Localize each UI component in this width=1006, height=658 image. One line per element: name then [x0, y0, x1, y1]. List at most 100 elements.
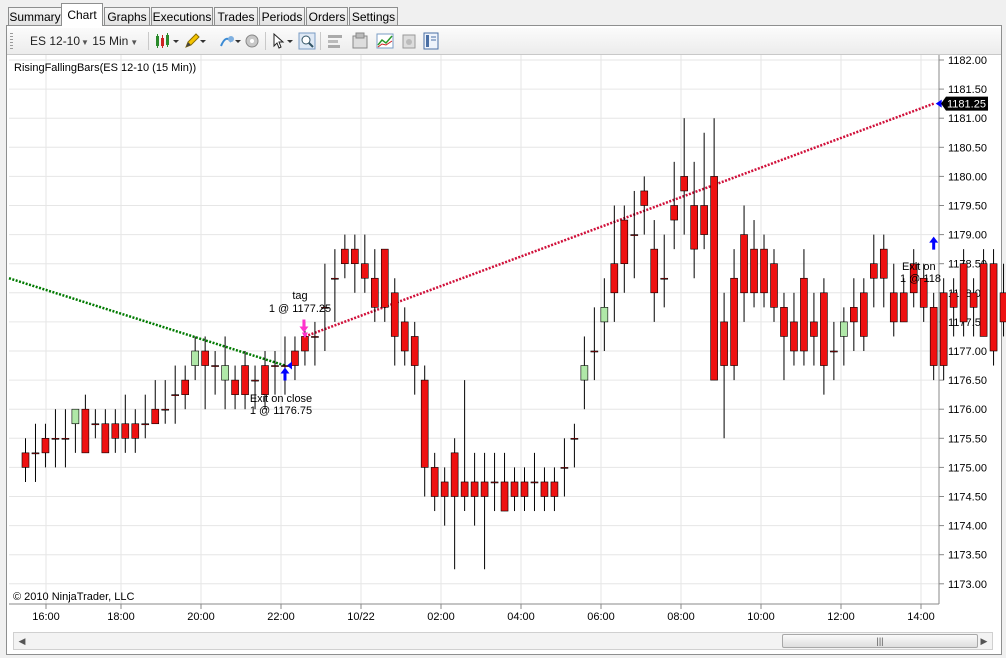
- price-tick-label: 1174.50: [948, 492, 987, 504]
- falling-bar: [620, 219, 629, 265]
- falling-bar: [480, 481, 489, 497]
- falling-bar: [540, 481, 549, 497]
- exit-label: Exit on: [902, 261, 936, 273]
- price-tick-label: 1182.00: [948, 55, 987, 67]
- falling-bar: [770, 263, 778, 308]
- falling-bar: [939, 292, 948, 366]
- scroll-grip-icon: |||: [876, 636, 884, 646]
- scroll-right-arrow-icon[interactable]: ▶: [976, 633, 992, 649]
- falling-bar: [740, 234, 748, 294]
- scroll-left-arrow-icon[interactable]: ◀: [14, 633, 30, 649]
- falling-bar: [380, 248, 389, 308]
- price-tick-label: 1179.50: [948, 201, 987, 213]
- falling-bar: [550, 481, 559, 497]
- entry-label: tag: [292, 290, 307, 302]
- falling-bar: [311, 336, 319, 338]
- price-tick-label: 1176.50: [948, 375, 987, 387]
- price-chart[interactable]: 1182.00 1181.50 1181.00 1180.50 1180.00 1179.…: [0, 0, 1006, 658]
- falling-bar: [251, 379, 259, 382]
- time-tick-label: 20:00: [187, 611, 215, 623]
- falling-bar: [670, 205, 679, 221]
- falling-bar: [680, 176, 688, 192]
- rising-bar: [600, 307, 609, 323]
- tab-chart[interactable]: Chart: [61, 3, 103, 26]
- falling-bar: [820, 292, 828, 366]
- falling-bar: [750, 248, 758, 294]
- falling-bar: [510, 481, 519, 497]
- falling-bar: [261, 365, 269, 395]
- time-tick-label: 18:00: [107, 611, 135, 623]
- falling-bar: [450, 452, 459, 497]
- falling-bar: [141, 423, 150, 426]
- falling-bar: [700, 205, 708, 235]
- falling-bar: [879, 248, 888, 279]
- last-price-marker: 1181.25: [941, 96, 988, 111]
- falling-bar: [151, 408, 160, 425]
- time-tick-label: 14:00: [907, 611, 935, 623]
- falling-bar: [111, 423, 120, 439]
- falling-bar: [969, 292, 978, 308]
- falling-bar: [161, 408, 170, 411]
- falling-bar: [949, 292, 958, 308]
- falling-bar: [370, 277, 379, 308]
- rising-bar: [191, 350, 199, 366]
- falling-bar: [241, 365, 249, 395]
- falling-bar: [21, 452, 30, 468]
- falling-bar: [171, 394, 179, 396]
- falling-bar: [41, 437, 50, 454]
- chart-scrollbar[interactable]: ◀ ||| ▶: [13, 632, 993, 650]
- exit-price-label: 1 @ 118: [900, 273, 941, 285]
- falling-bar: [51, 437, 60, 440]
- falling-bar: [500, 481, 509, 512]
- price-tick-label: 1175.00: [948, 462, 987, 474]
- falling-bar: [460, 481, 469, 497]
- falling-bar: [131, 423, 140, 439]
- price-tick-label: 1176.00: [948, 404, 987, 416]
- falling-bar: [121, 423, 130, 439]
- time-tick-label: 10:00: [747, 611, 775, 623]
- falling-bar: [101, 423, 110, 454]
- rising-bar: [221, 365, 229, 381]
- falling-bar: [490, 481, 499, 484]
- falling-bar: [710, 176, 718, 381]
- falling-bar: [660, 277, 669, 280]
- falling-bar: [570, 437, 579, 440]
- falling-bar: [420, 379, 429, 468]
- falling-bar: [400, 321, 409, 352]
- falling-bar: [760, 248, 768, 294]
- falling-bar: [850, 307, 858, 323]
- falling-bar: [690, 205, 698, 250]
- time-tick-label: 10/22: [347, 611, 375, 623]
- falling-bar: [91, 423, 100, 426]
- rising-bar: [71, 408, 80, 425]
- falling-bar: [430, 467, 439, 497]
- falling-bar: [929, 307, 938, 366]
- falling-bar: [630, 234, 639, 236]
- falling-bar: [440, 481, 449, 497]
- falling-bar: [720, 321, 728, 366]
- price-tick-label: 1173.00: [948, 579, 987, 591]
- price-tick-label: 1181.00: [948, 113, 987, 125]
- falling-bar: [291, 350, 299, 366]
- falling-bar: [889, 292, 898, 323]
- scroll-thumb[interactable]: |||: [782, 634, 978, 648]
- falling-bar: [959, 263, 968, 323]
- falling-bar: [31, 452, 40, 455]
- strategy-label: RisingFallingBars(ES 12-10 (15 Min)): [14, 62, 196, 74]
- falling-bar: [780, 307, 788, 337]
- falling-bar: [520, 481, 529, 497]
- falling-bar: [860, 292, 868, 337]
- falling-bar: [271, 365, 279, 367]
- falling-bar: [530, 481, 539, 484]
- falling-bar: [201, 350, 209, 366]
- falling-bar: [590, 350, 599, 353]
- copyright-label: © 2010 NinjaTrader, LLC: [13, 591, 134, 603]
- time-tick-label: 12:00: [827, 611, 855, 623]
- falling-bar: [650, 248, 659, 294]
- last-price-label: 1181.25: [947, 99, 986, 111]
- rising-bar: [580, 365, 589, 381]
- price-tick-label: 1173.50: [948, 550, 987, 562]
- falling-bar: [301, 336, 309, 352]
- falling-bar: [869, 263, 878, 279]
- falling-bar: [390, 292, 399, 337]
